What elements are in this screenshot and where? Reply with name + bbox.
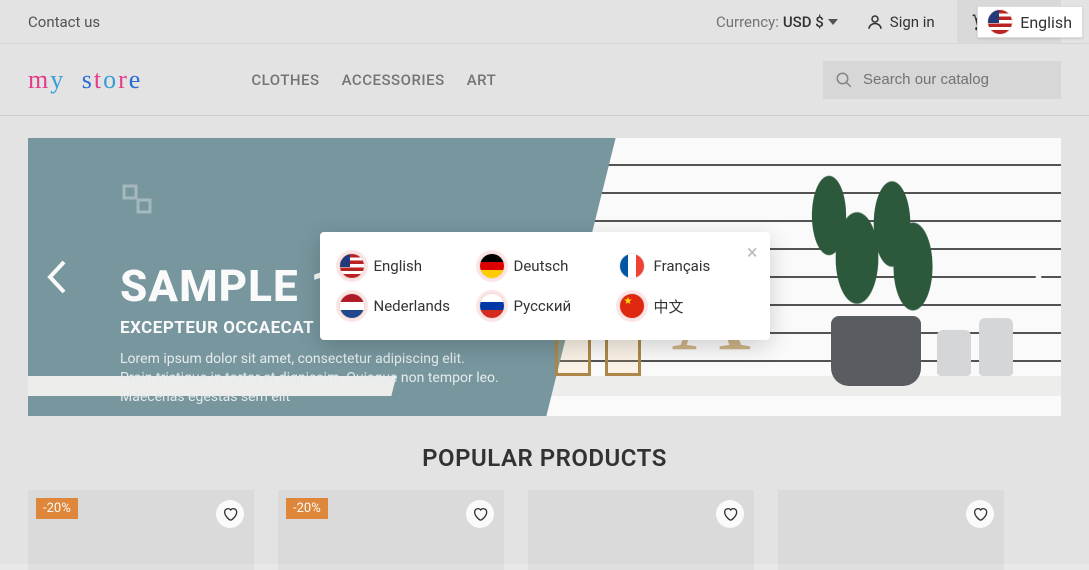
lang-option-chinese[interactable]: 中文	[620, 294, 750, 318]
us-flag-icon	[988, 10, 1012, 34]
lang-label: English	[374, 257, 423, 275]
lang-label: Deutsch	[514, 257, 569, 275]
lang-label: 中文	[654, 296, 684, 317]
close-icon: ×	[747, 240, 758, 264]
lang-option-russian[interactable]: Русский	[480, 294, 610, 318]
fr-flag-icon	[620, 254, 644, 278]
lang-option-nederlands[interactable]: Nederlands	[340, 294, 470, 318]
language-selector-label: English	[1020, 13, 1072, 32]
language-modal: × English Deutsch Français Nederlands Ру…	[320, 232, 770, 340]
de-flag-icon	[480, 254, 504, 278]
lang-option-francais[interactable]: Français	[620, 254, 750, 278]
close-button[interactable]: ×	[747, 240, 758, 264]
us-flag-icon	[340, 254, 364, 278]
lang-label: Nederlands	[374, 297, 450, 315]
lang-option-english[interactable]: English	[340, 254, 470, 278]
nl-flag-icon	[340, 294, 364, 318]
cn-flag-icon	[620, 294, 644, 318]
lang-option-deutsch[interactable]: Deutsch	[480, 254, 610, 278]
ru-flag-icon	[480, 294, 504, 318]
language-selector[interactable]: English	[977, 6, 1083, 38]
lang-label: Français	[654, 257, 711, 275]
lang-label: Русский	[514, 297, 572, 315]
modal-overlay[interactable]: × English Deutsch Français Nederlands Ру…	[0, 0, 1089, 564]
